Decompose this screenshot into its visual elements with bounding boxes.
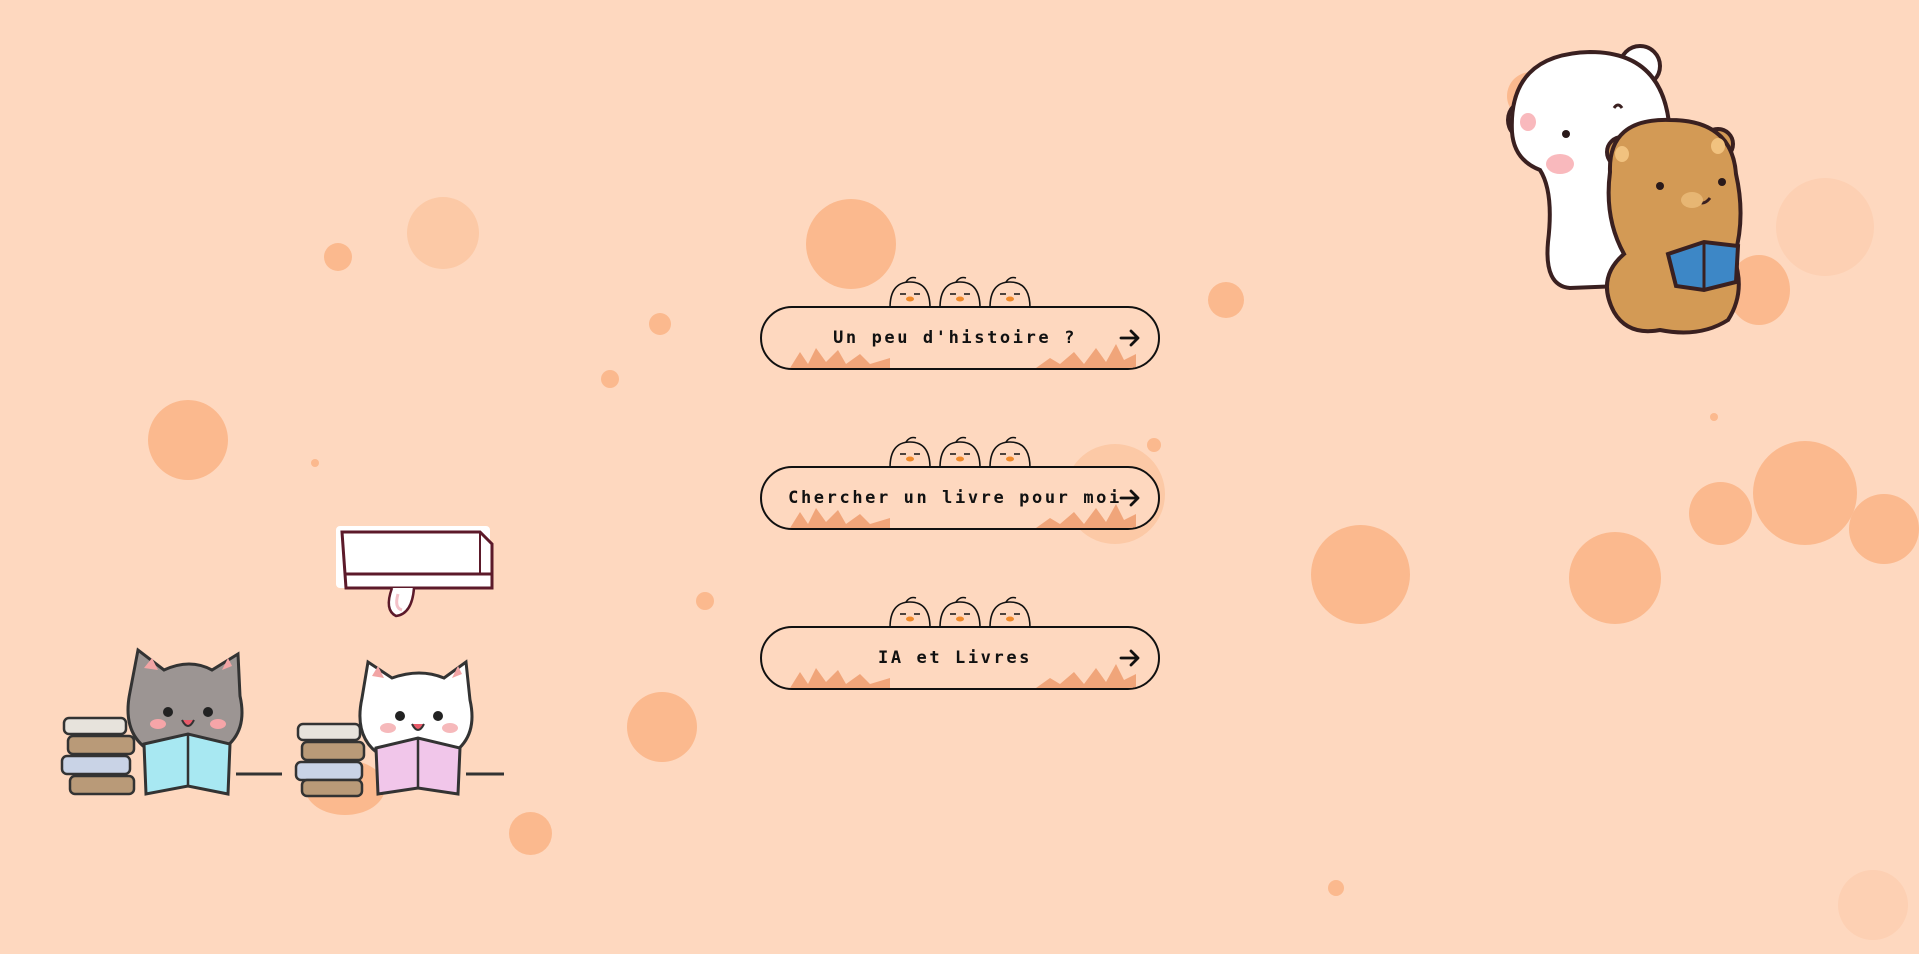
bubble bbox=[1849, 494, 1919, 564]
bird-icon bbox=[889, 276, 1031, 308]
bubble bbox=[509, 812, 552, 855]
arrow-right-icon bbox=[1119, 649, 1140, 667]
bubble bbox=[601, 370, 619, 388]
ai-books-button-label: IA et Livres bbox=[877, 648, 1033, 668]
find-book-button[interactable]: Chercher un livre pour moi bbox=[760, 466, 1160, 530]
history-button-label: Un peu d'histoire ? bbox=[833, 328, 1077, 348]
arrow-right-icon bbox=[1119, 329, 1140, 347]
arrow-right-icon bbox=[1119, 489, 1140, 507]
bubble bbox=[649, 313, 671, 335]
bird-icon bbox=[889, 596, 1031, 628]
bears-reading-illustration bbox=[1506, 44, 1743, 335]
bubble bbox=[1710, 413, 1718, 421]
bubble bbox=[1328, 880, 1344, 896]
bubble bbox=[1208, 282, 1244, 318]
bubble bbox=[1569, 532, 1661, 624]
speech-banner bbox=[336, 526, 494, 618]
bubble bbox=[1838, 870, 1908, 940]
history-button[interactable]: Un peu d'histoire ? bbox=[760, 306, 1160, 370]
menu-item-history: Un peu d'histoire ? bbox=[760, 274, 1160, 370]
menu-item-ai-books: IA et Livres bbox=[760, 594, 1160, 690]
bird-icon bbox=[889, 436, 1031, 468]
bubble bbox=[1753, 441, 1857, 545]
bubble bbox=[311, 459, 319, 467]
bubble bbox=[1311, 525, 1410, 624]
bubble bbox=[627, 692, 697, 762]
bubble bbox=[407, 197, 479, 269]
find-book-button-label: Chercher un livre pour moi bbox=[788, 488, 1122, 508]
ai-books-button[interactable]: IA et Livres bbox=[760, 626, 1160, 690]
bubble bbox=[148, 400, 228, 480]
bubble bbox=[1689, 482, 1752, 545]
bubble bbox=[696, 592, 714, 610]
menu-item-find-book: Chercher un livre pour moi bbox=[760, 434, 1160, 530]
bubble bbox=[324, 243, 352, 271]
cats-reading-illustration bbox=[60, 647, 504, 798]
bubble bbox=[1776, 178, 1874, 276]
